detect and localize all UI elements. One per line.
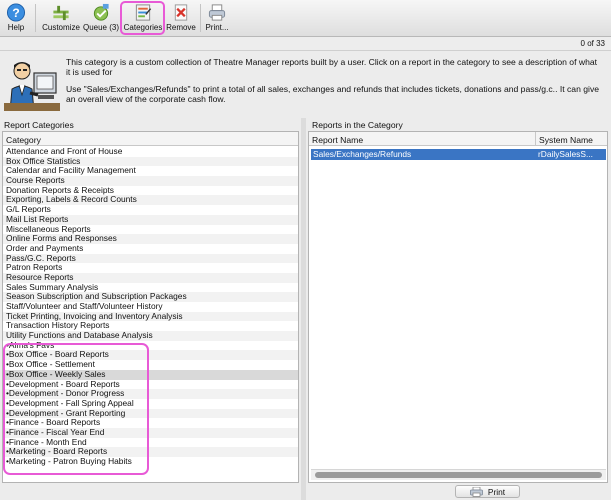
- report-row[interactable]: Sales/Exchanges/Refunds rDailySalesS...: [311, 149, 606, 160]
- customize-label: Customize: [42, 23, 80, 32]
- scrollbar-thumb[interactable]: [315, 472, 602, 478]
- remove-button[interactable]: Remove: [166, 2, 196, 35]
- print-toolbar-button[interactable]: Print...: [204, 2, 230, 35]
- system-name-column-header[interactable]: System Name: [536, 132, 607, 146]
- printer-icon: [469, 486, 483, 497]
- print-button[interactable]: Print: [455, 485, 520, 498]
- report-system-name: rDailySalesS...: [538, 149, 593, 159]
- record-counter-bar: 0 of 33: [0, 37, 611, 51]
- reports-list-panel: Report Name System Name Sales/Exchanges/…: [308, 131, 608, 483]
- category-description-text: This category is a custom collection of …: [66, 57, 598, 77]
- remove-icon: [174, 4, 188, 21]
- queue-icon: [93, 3, 109, 21]
- toolbar-separator: [35, 4, 36, 32]
- panel-splitter[interactable]: [301, 118, 306, 500]
- category-description-area: This category is a custom collection of …: [0, 51, 611, 117]
- report-name-column-header[interactable]: Report Name: [309, 132, 536, 146]
- print-button-label: Print: [487, 486, 506, 497]
- print-toolbar-label: Print...: [205, 23, 229, 32]
- toolbar-separator: [200, 4, 201, 32]
- help-icon: ?: [6, 3, 26, 22]
- user-at-computer-icon: [4, 55, 60, 111]
- svg-text:?: ?: [12, 6, 20, 20]
- remove-label: Remove: [166, 23, 196, 32]
- printer-icon: [208, 4, 226, 21]
- categories-highlight: [120, 1, 165, 35]
- customize-button[interactable]: Customize: [42, 2, 80, 35]
- toolbar: ? Help Customize Queue (3) Categories Re…: [0, 0, 611, 37]
- queue-label: Queue (3): [82, 23, 120, 32]
- queue-button[interactable]: Queue (3): [83, 2, 119, 35]
- customize-icon: [53, 5, 69, 21]
- category-column-header[interactable]: Category: [3, 132, 298, 146]
- report-usage-text: Use "Sales/Exchanges/Refunds" to print a…: [66, 84, 600, 104]
- horizontal-scrollbar[interactable]: [311, 469, 606, 480]
- help-button[interactable]: ? Help: [4, 2, 28, 35]
- help-label: Help: [7, 23, 25, 32]
- report-name: Sales/Exchanges/Refunds: [313, 149, 412, 159]
- reports-in-category-title: Reports in the Category: [312, 120, 403, 130]
- bottom-bar: Print: [308, 485, 608, 500]
- record-counter: 0 of 33: [580, 39, 605, 48]
- user-categories-highlight: [3, 343, 149, 475]
- report-categories-title: Report Categories: [4, 120, 74, 130]
